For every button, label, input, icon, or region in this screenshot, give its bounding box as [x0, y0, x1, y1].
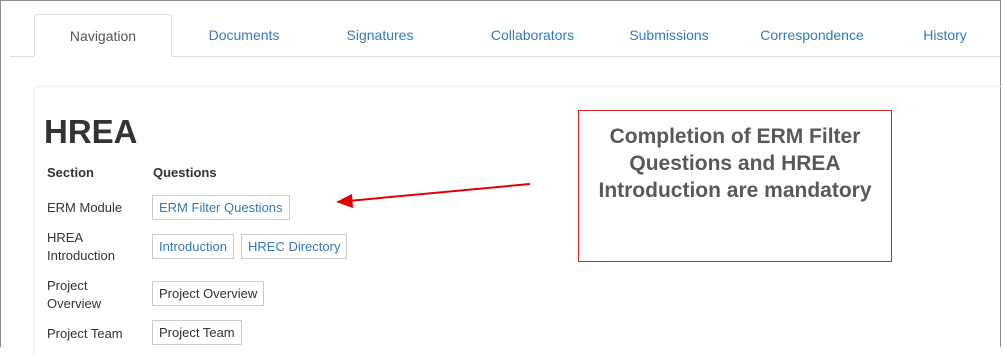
- red-arrow-icon: [336, 183, 531, 208]
